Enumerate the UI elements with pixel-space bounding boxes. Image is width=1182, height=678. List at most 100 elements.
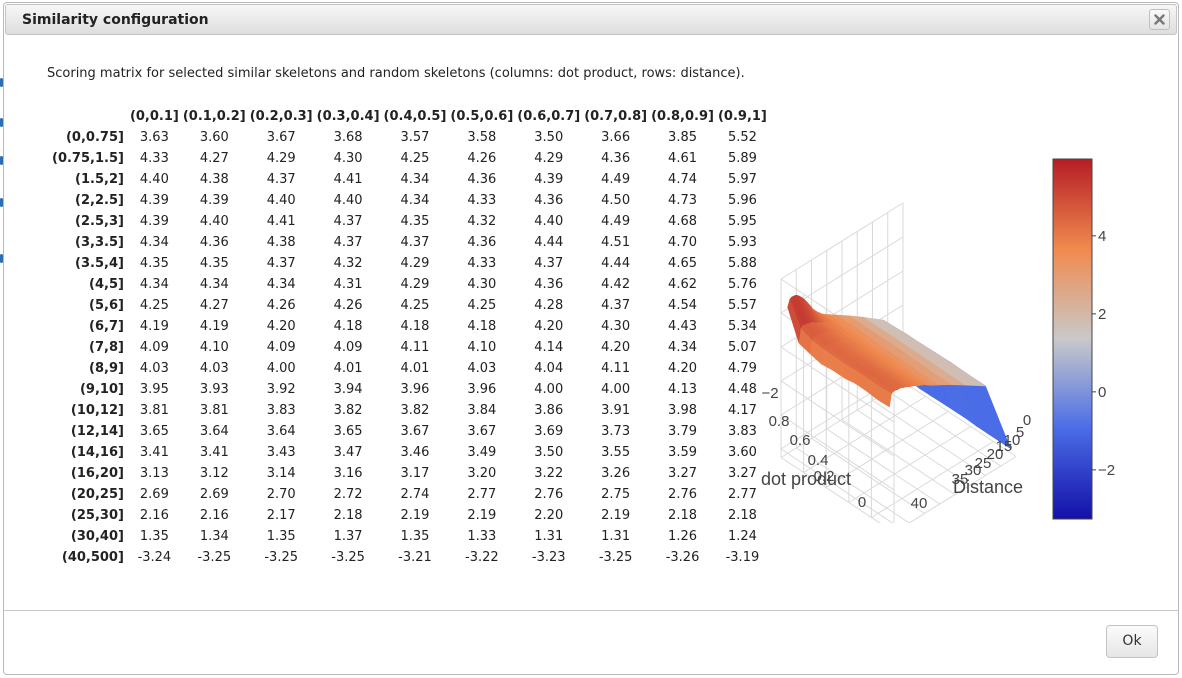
matrix-cell: 3.50 xyxy=(534,445,564,460)
dialog-title: Similarity configuration xyxy=(22,12,209,28)
matrix-cell: 3.49 xyxy=(467,445,497,460)
matrix-cell: 3.82 xyxy=(400,403,430,418)
matrix-cell: 4.25 xyxy=(400,298,430,313)
matrix-cell: 3.67 xyxy=(467,424,497,439)
matrix-cell: 4.34 xyxy=(139,235,169,250)
matrix-cell: 4.32 xyxy=(333,256,363,271)
matrix-row-header: (8,9] xyxy=(89,361,124,376)
matrix-cell: 3.43 xyxy=(266,445,296,460)
matrix-cell: 2.18 xyxy=(333,508,363,523)
matrix-column-header: (0,0.1] xyxy=(129,109,179,124)
colorbar-tick-label: 4 xyxy=(1098,228,1106,245)
matrix-cell: 4.34 xyxy=(668,340,697,355)
matrix-cell: 3.63 xyxy=(139,130,169,145)
matrix-cell: 3.96 xyxy=(467,382,497,397)
matrix-row-header: (5,6] xyxy=(89,298,124,313)
matrix-cell: 3.83 xyxy=(266,403,296,418)
matrix-row: (7,8] 4.09 4.10 4.09 4.09 4.11 4.10 4.14 4.20 4.3… xyxy=(49,337,769,358)
matrix-cell: 2.18 xyxy=(668,508,697,523)
matrix-cell: 2.70 xyxy=(266,487,296,502)
matrix-cell: 4.40 xyxy=(199,214,229,229)
matrix-cell: 4.26 xyxy=(333,298,363,313)
matrix-cell: 4.34 xyxy=(400,172,430,187)
dot-product-tick-label: 0.4 xyxy=(808,452,829,469)
matrix-cell: -3.25 xyxy=(598,550,633,565)
matrix-cell: 1.26 xyxy=(668,529,697,544)
colorbar-tick-label: 0 xyxy=(1098,384,1106,401)
matrix-cell: 3.96 xyxy=(400,382,430,397)
matrix-cell: 4.33 xyxy=(467,193,497,208)
matrix-cell: 3.60 xyxy=(199,130,229,145)
matrix-cell: 4.25 xyxy=(467,298,497,313)
matrix-cell: 4.26 xyxy=(266,298,296,313)
matrix-cell: 4.54 xyxy=(668,298,697,313)
matrix-row: (3.5,4] 4.35 4.35 4.37 4.32 4.29 4.33 4.37 4.44 4… xyxy=(49,253,769,274)
dialog-titlebar: Similarity configuration xyxy=(5,4,1177,35)
matrix-row: (30,40] 1.35 1.34 1.35 1.37 1.35 1.33 1.31 1.31 1… xyxy=(49,526,769,547)
matrix-cell: 4.18 xyxy=(400,319,430,334)
matrix-cell: 4.09 xyxy=(139,340,169,355)
matrix-cell: 2.75 xyxy=(601,487,631,502)
matrix-cell: 1.31 xyxy=(534,529,564,544)
matrix-row-header: (0.75,1.5] xyxy=(52,151,124,166)
matrix-row-header: (1.5,2] xyxy=(75,172,124,187)
matrix-cell: 2.17 xyxy=(266,508,296,523)
matrix-cell: 2.19 xyxy=(601,508,631,523)
matrix-cell: 4.29 xyxy=(400,256,430,271)
matrix-cell: -3.24 xyxy=(137,550,172,565)
matrix-cell: 3.41 xyxy=(139,445,169,460)
matrix-cell: 3.73 xyxy=(601,424,631,439)
matrix-cell: 1.33 xyxy=(467,529,497,544)
matrix-cell: 4.35 xyxy=(400,214,430,229)
matrix-cell: 4.34 xyxy=(266,277,296,292)
matrix-row: (4,5] 4.34 4.34 4.34 4.31 4.29 4.30 4.36 4.42 4.6… xyxy=(49,274,769,295)
matrix-cell: 4.35 xyxy=(139,256,169,271)
matrix-cell: 4.49 xyxy=(601,214,631,229)
matrix-cell: 3.16 xyxy=(333,466,363,481)
matrix-cell: 4.41 xyxy=(266,214,296,229)
matrix-row: (2,2.5] 4.39 4.39 4.40 4.40 4.34 4.33 4.36 4.50 4… xyxy=(49,190,769,211)
matrix-cell: 4.34 xyxy=(139,277,169,292)
matrix-cell: -3.25 xyxy=(264,550,298,565)
surface-plot[interactable]: 051015202530354000.20.40.60.8−2Distanced… xyxy=(754,153,1134,523)
matrix-cell: 4.39 xyxy=(139,193,169,208)
matrix-cell: 4.19 xyxy=(199,319,229,334)
matrix-cell: 4.37 xyxy=(333,214,363,229)
grid-line xyxy=(841,419,956,495)
matrix-cell: 4.31 xyxy=(333,277,363,292)
matrix-row-header: (14,16] xyxy=(70,445,124,460)
matrix-cell: 3.81 xyxy=(139,403,169,418)
matrix-cell: 4.00 xyxy=(534,382,564,397)
matrix-cell: 4.18 xyxy=(467,319,497,334)
ok-button[interactable]: Ok xyxy=(1106,625,1158,658)
matrix-cell: 4.03 xyxy=(199,361,229,376)
matrix-column-header: (0.8,0.9] xyxy=(651,109,714,124)
matrix-cell: 4.50 xyxy=(601,193,631,208)
matrix-cell: 1.37 xyxy=(333,529,363,544)
matrix-cell: 4.38 xyxy=(266,235,296,250)
matrix-column-header: (0.3,0.4] xyxy=(316,109,380,124)
matrix-row: (2.5,3] 4.39 4.40 4.41 4.37 4.35 4.32 4.40 4.49 4… xyxy=(49,211,769,232)
matrix-cell: 4.25 xyxy=(400,151,430,166)
matrix-cell: 4.33 xyxy=(139,151,169,166)
matrix-corner-cell xyxy=(49,106,128,127)
matrix-cell: 3.64 xyxy=(266,424,296,439)
matrix-cell: -3.21 xyxy=(398,550,432,565)
matrix-cell: 3.58 xyxy=(467,130,497,145)
colorbar-tick-label: −2 xyxy=(1098,462,1115,479)
matrix-cell: -3.19 xyxy=(725,550,760,565)
close-button[interactable] xyxy=(1149,9,1170,30)
matrix-cell: 1.35 xyxy=(266,529,296,544)
matrix-cell: 1.35 xyxy=(400,529,430,544)
matrix-cell: -3.23 xyxy=(531,550,566,565)
matrix-cell: 4.20 xyxy=(668,361,697,376)
matrix-cell: 2.69 xyxy=(199,487,229,502)
matrix-cell: 2.74 xyxy=(400,487,430,502)
matrix-cell: 4.20 xyxy=(601,340,631,355)
matrix-cell: -3.25 xyxy=(197,550,232,565)
matrix-row: (20,25] 2.69 2.69 2.70 2.72 2.74 2.77 2.76 2.75 2… xyxy=(49,484,769,505)
matrix-cell: 4.39 xyxy=(534,172,564,187)
matrix-row: (1.5,2] 4.40 4.38 4.37 4.41 4.34 4.36 4.39 4.49 4… xyxy=(49,169,769,190)
matrix-row-header: (3,3.5] xyxy=(75,235,124,250)
matrix-cell: 4.36 xyxy=(534,277,564,292)
